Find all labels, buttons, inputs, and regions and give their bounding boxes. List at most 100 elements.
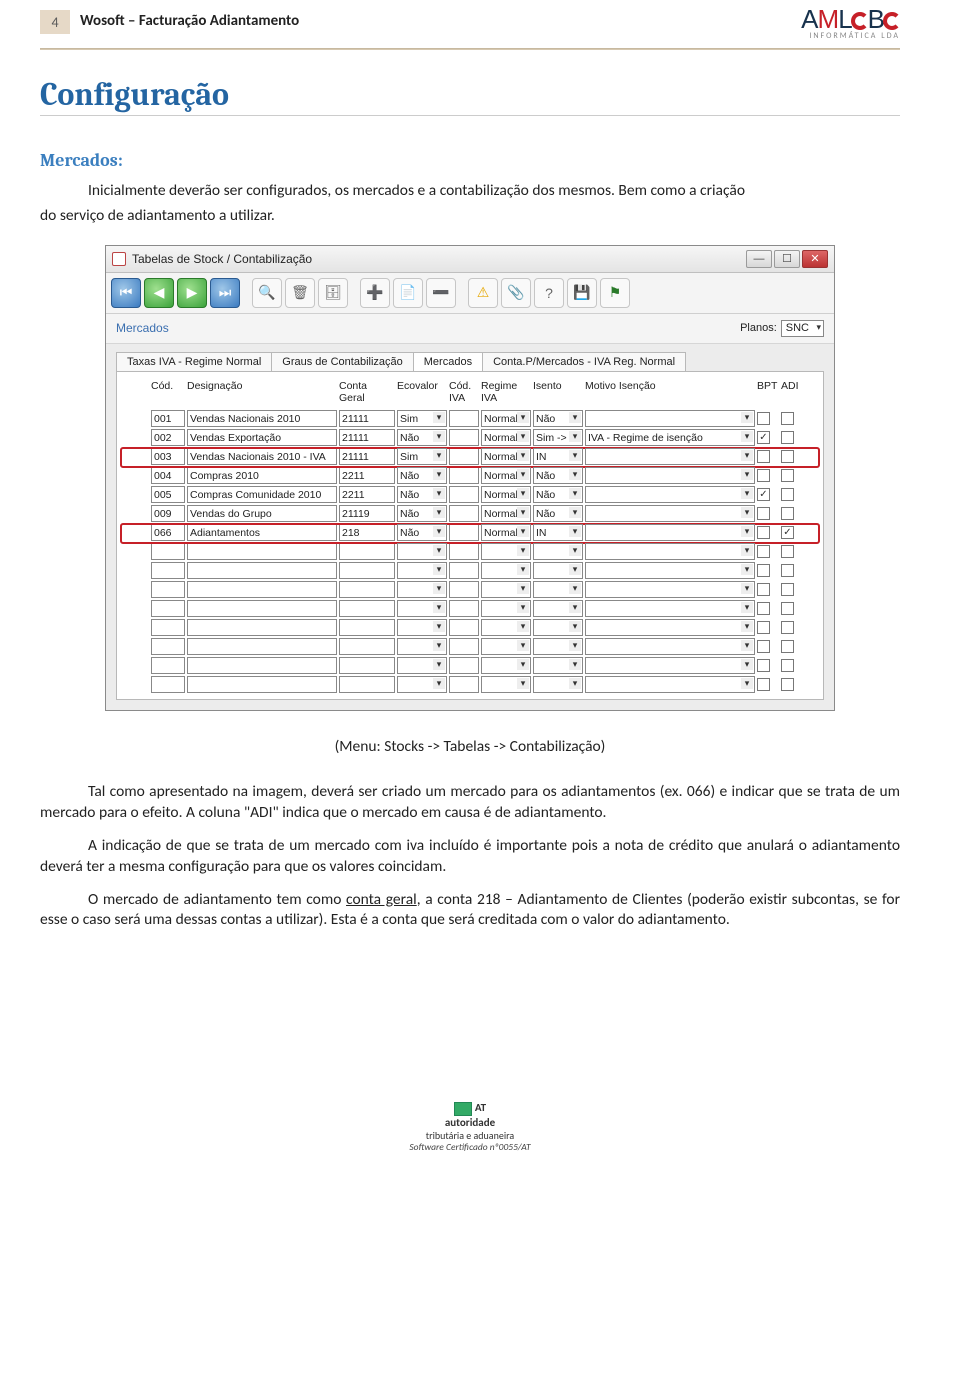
grid-cell[interactable]: Adiantamentos [187, 524, 337, 541]
save-icon[interactable]: 💾 [567, 278, 597, 308]
grid-cell[interactable]: Não [533, 486, 583, 503]
bpt-checkbox[interactable] [757, 545, 770, 558]
grid-cell[interactable] [585, 410, 755, 427]
maximize-button[interactable]: ☐ [774, 250, 800, 268]
bpt-checkbox[interactable] [757, 526, 770, 539]
table-row[interactable] [121, 619, 819, 638]
grid-cell[interactable] [449, 581, 479, 598]
grid-cell[interactable] [397, 619, 447, 636]
grid-cell[interactable] [397, 676, 447, 693]
grid-cell[interactable] [481, 657, 531, 674]
grid-cell[interactable] [585, 524, 755, 541]
grid-cell[interactable] [151, 638, 185, 655]
tab-1[interactable]: Graus de Contabilização [271, 352, 413, 371]
bpt-checkbox[interactable] [757, 621, 770, 634]
warning-icon[interactable]: ⚠ [468, 278, 498, 308]
bpt-checkbox[interactable] [757, 507, 770, 520]
grid-cell[interactable] [187, 562, 337, 579]
grid-cell[interactable]: Normal [481, 505, 531, 522]
grid-cell[interactable] [151, 562, 185, 579]
grid-cell[interactable]: 218 [339, 524, 395, 541]
adi-checkbox[interactable] [781, 659, 794, 672]
grid-cell[interactable] [187, 657, 337, 674]
grid-cell[interactable]: Compras Comunidade 2010 [187, 486, 337, 503]
grid-cell[interactable] [585, 543, 755, 560]
bpt-checkbox[interactable] [757, 640, 770, 653]
minimize-button[interactable]: — [746, 250, 772, 268]
grid-cell[interactable] [533, 619, 583, 636]
grid-cell[interactable] [187, 676, 337, 693]
grid-cell[interactable] [187, 543, 337, 560]
grid-cell[interactable]: Compras 2010 [187, 467, 337, 484]
tab-0[interactable]: Taxas IVA - Regime Normal [116, 352, 272, 371]
grid-cell[interactable] [585, 562, 755, 579]
nav-last-button[interactable]: ⏭ [210, 278, 240, 308]
grid-cell[interactable] [339, 619, 395, 636]
grid-cell[interactable]: 003 [151, 448, 185, 465]
grid-cell[interactable]: Normal [481, 524, 531, 541]
grid-cell[interactable]: Não [397, 486, 447, 503]
grid-cell[interactable] [585, 676, 755, 693]
nav-prev-button[interactable]: ◀ [144, 278, 174, 308]
grid-cell[interactable]: IN [533, 524, 583, 541]
tab-3[interactable]: Conta.P/Mercados - IVA Reg. Normal [482, 352, 686, 371]
grid-cell[interactable] [449, 638, 479, 655]
grid-cell[interactable] [449, 410, 479, 427]
grid-cell[interactable] [481, 600, 531, 617]
adi-checkbox[interactable] [781, 488, 794, 501]
grid-cell[interactable] [397, 638, 447, 655]
table-row[interactable] [121, 562, 819, 581]
table-row[interactable] [121, 543, 819, 562]
bpt-checkbox[interactable] [757, 678, 770, 691]
grid-cell[interactable] [533, 638, 583, 655]
grid-cell[interactable] [585, 448, 755, 465]
table-row[interactable]: 003Vendas Nacionais 2010 - IVA21111SimNo… [121, 448, 819, 467]
grid-cell[interactable] [449, 657, 479, 674]
grid-cell[interactable] [533, 600, 583, 617]
grid-cell[interactable]: Não [533, 410, 583, 427]
adi-checkbox[interactable] [781, 469, 794, 482]
adi-checkbox[interactable] [781, 678, 794, 691]
planos-select[interactable]: SNC [781, 320, 824, 337]
grid-cell[interactable] [533, 562, 583, 579]
grid-cell[interactable]: 21111 [339, 410, 395, 427]
grid-cell[interactable]: 2211 [339, 467, 395, 484]
table-row[interactable]: 004Compras 20102211NãoNormalNão [121, 467, 819, 486]
grid-cell[interactable]: IN [533, 448, 583, 465]
grid-cell[interactable] [585, 600, 755, 617]
grid-cell[interactable] [187, 600, 337, 617]
grid-cell[interactable]: Normal [481, 467, 531, 484]
adi-checkbox[interactable] [781, 450, 794, 463]
grid-cell[interactable] [585, 638, 755, 655]
bpt-checkbox[interactable] [757, 412, 770, 425]
table-row[interactable] [121, 638, 819, 657]
table-row[interactable] [121, 600, 819, 619]
grid-cell[interactable] [339, 543, 395, 560]
bpt-checkbox[interactable] [757, 583, 770, 596]
grid-cell[interactable]: 001 [151, 410, 185, 427]
grid-cell[interactable] [481, 543, 531, 560]
table-row[interactable]: 002Vendas Exportação21111NãoNormalSim ->… [121, 429, 819, 448]
grid-cell[interactable] [449, 505, 479, 522]
grid-cell[interactable]: Não [397, 429, 447, 446]
db-icon[interactable]: 🗄 [318, 278, 348, 308]
flag-icon[interactable]: ⚑ [600, 278, 630, 308]
grid-cell[interactable] [151, 581, 185, 598]
grid-cell[interactable] [533, 657, 583, 674]
grid-cell[interactable] [151, 676, 185, 693]
grid-cell[interactable] [481, 676, 531, 693]
grid-cell[interactable] [339, 562, 395, 579]
grid-cell[interactable]: Sim [397, 410, 447, 427]
grid-cell[interactable] [187, 581, 337, 598]
grid-cell[interactable] [397, 581, 447, 598]
grid-cell[interactable] [449, 619, 479, 636]
grid-cell[interactable] [449, 676, 479, 693]
grid-cell[interactable] [533, 581, 583, 598]
grid-cell[interactable]: Não [397, 467, 447, 484]
grid-cell[interactable] [397, 600, 447, 617]
grid-cell[interactable]: 009 [151, 505, 185, 522]
table-row[interactable] [121, 657, 819, 676]
grid-cell[interactable]: Normal [481, 448, 531, 465]
grid-cell[interactable] [449, 429, 479, 446]
tab-2[interactable]: Mercados [413, 352, 483, 371]
